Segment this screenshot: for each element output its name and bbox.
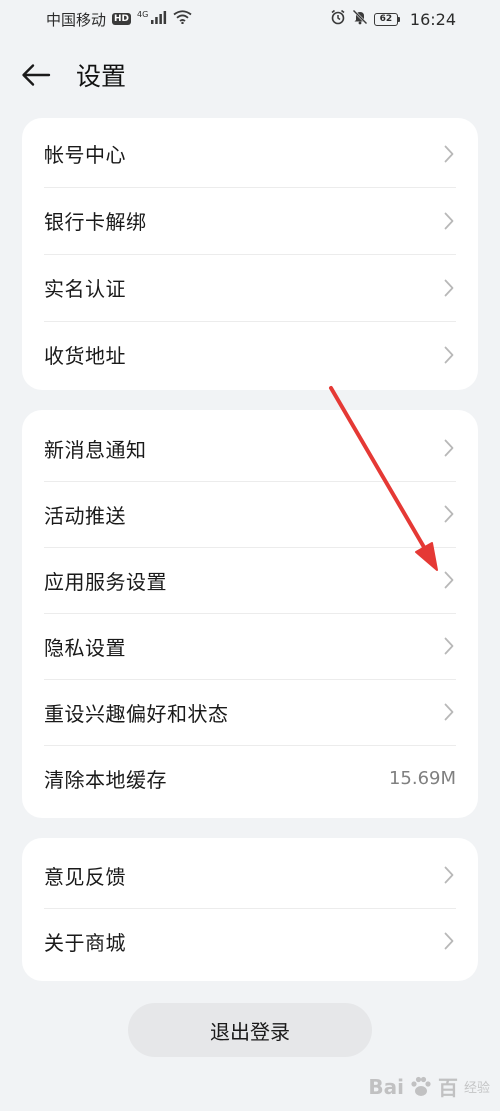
page-title: 设置 xyxy=(76,62,127,91)
status-left: 中国移动 HD 4G xyxy=(46,9,192,30)
settings-group-about: 意见反馈 关于商城 xyxy=(22,838,478,981)
chevron-right-icon xyxy=(442,210,456,232)
back-button[interactable] xyxy=(16,55,56,95)
logout-button[interactable]: 退出登录 xyxy=(128,1003,372,1057)
signal-icon xyxy=(151,10,167,28)
row-label: 活动推送 xyxy=(44,503,126,528)
status-time: 16:24 xyxy=(409,9,456,29)
watermark-sub: 经验 xyxy=(463,1081,490,1096)
wifi-icon xyxy=(173,10,192,28)
watermark: Bai 百 经验 xyxy=(368,1072,490,1101)
watermark-brand: Bai xyxy=(368,1074,404,1099)
status-right: 62 16:24 xyxy=(330,9,456,29)
row-label: 新消息通知 xyxy=(44,437,147,462)
settings-group-general: 新消息通知 活动推送 应用服务设置 隐私设置 重设兴趣偏好和状态 清除本地缓存 … xyxy=(22,410,478,818)
row-label: 帐号中心 xyxy=(44,143,126,167)
watermark-brand-end: 百 xyxy=(437,1076,458,1100)
settings-group-account: 帐号中心 银行卡解绑 实名认证 收货地址 xyxy=(22,118,478,390)
row-label: 重设兴趣偏好和状态 xyxy=(44,701,229,726)
row-shipping-address[interactable]: 收货地址 xyxy=(44,321,456,388)
chevron-right-icon xyxy=(442,864,456,886)
battery-level: 62 xyxy=(373,12,398,26)
row-feedback[interactable]: 意见反馈 xyxy=(44,842,456,908)
chevron-right-icon xyxy=(442,277,456,299)
row-label: 关于商城 xyxy=(44,930,126,955)
row-about-mall[interactable]: 关于商城 xyxy=(44,908,456,974)
hd-badge: HD xyxy=(112,13,132,25)
row-label: 收货地址 xyxy=(44,344,126,368)
row-label: 实名认证 xyxy=(44,277,126,301)
chevron-right-icon xyxy=(442,569,456,591)
alarm-icon xyxy=(330,9,346,29)
row-label: 清除本地缓存 xyxy=(44,767,167,792)
row-unbind-bank-card[interactable]: 银行卡解绑 xyxy=(44,187,456,254)
chevron-right-icon xyxy=(442,930,456,952)
row-account-center[interactable]: 帐号中心 xyxy=(44,120,456,187)
row-clear-cache[interactable]: 清除本地缓存 15.69M xyxy=(44,745,456,811)
row-label: 应用服务设置 xyxy=(44,569,167,594)
mute-icon xyxy=(352,9,368,29)
chevron-right-icon xyxy=(442,344,456,366)
row-privacy-settings[interactable]: 隐私设置 xyxy=(44,613,456,679)
back-arrow-icon xyxy=(22,64,51,86)
row-real-name-auth[interactable]: 实名认证 xyxy=(44,254,456,321)
cache-size-value: 15.69M xyxy=(388,767,456,789)
row-label: 银行卡解绑 xyxy=(44,210,147,234)
row-label: 意见反馈 xyxy=(44,864,126,889)
battery-icon: 62 xyxy=(373,12,400,26)
row-app-service-settings[interactable]: 应用服务设置 xyxy=(44,547,456,613)
chevron-right-icon xyxy=(442,143,456,165)
row-reset-interests[interactable]: 重设兴趣偏好和状态 xyxy=(44,679,456,745)
network-type: 4G xyxy=(137,9,149,19)
chevron-right-icon xyxy=(442,503,456,525)
status-bar: 中国移动 HD 4G 62 16:24 xyxy=(0,0,500,38)
row-label: 隐私设置 xyxy=(44,635,126,660)
chevron-right-icon xyxy=(442,635,456,657)
chevron-right-icon xyxy=(442,701,456,723)
row-new-message-notification[interactable]: 新消息通知 xyxy=(44,415,456,481)
header: 设置 xyxy=(0,50,500,100)
paw-icon xyxy=(411,1076,431,1096)
carrier-name: 中国移动 xyxy=(46,10,107,29)
chevron-right-icon xyxy=(442,437,456,459)
row-activity-push[interactable]: 活动推送 xyxy=(44,481,456,547)
